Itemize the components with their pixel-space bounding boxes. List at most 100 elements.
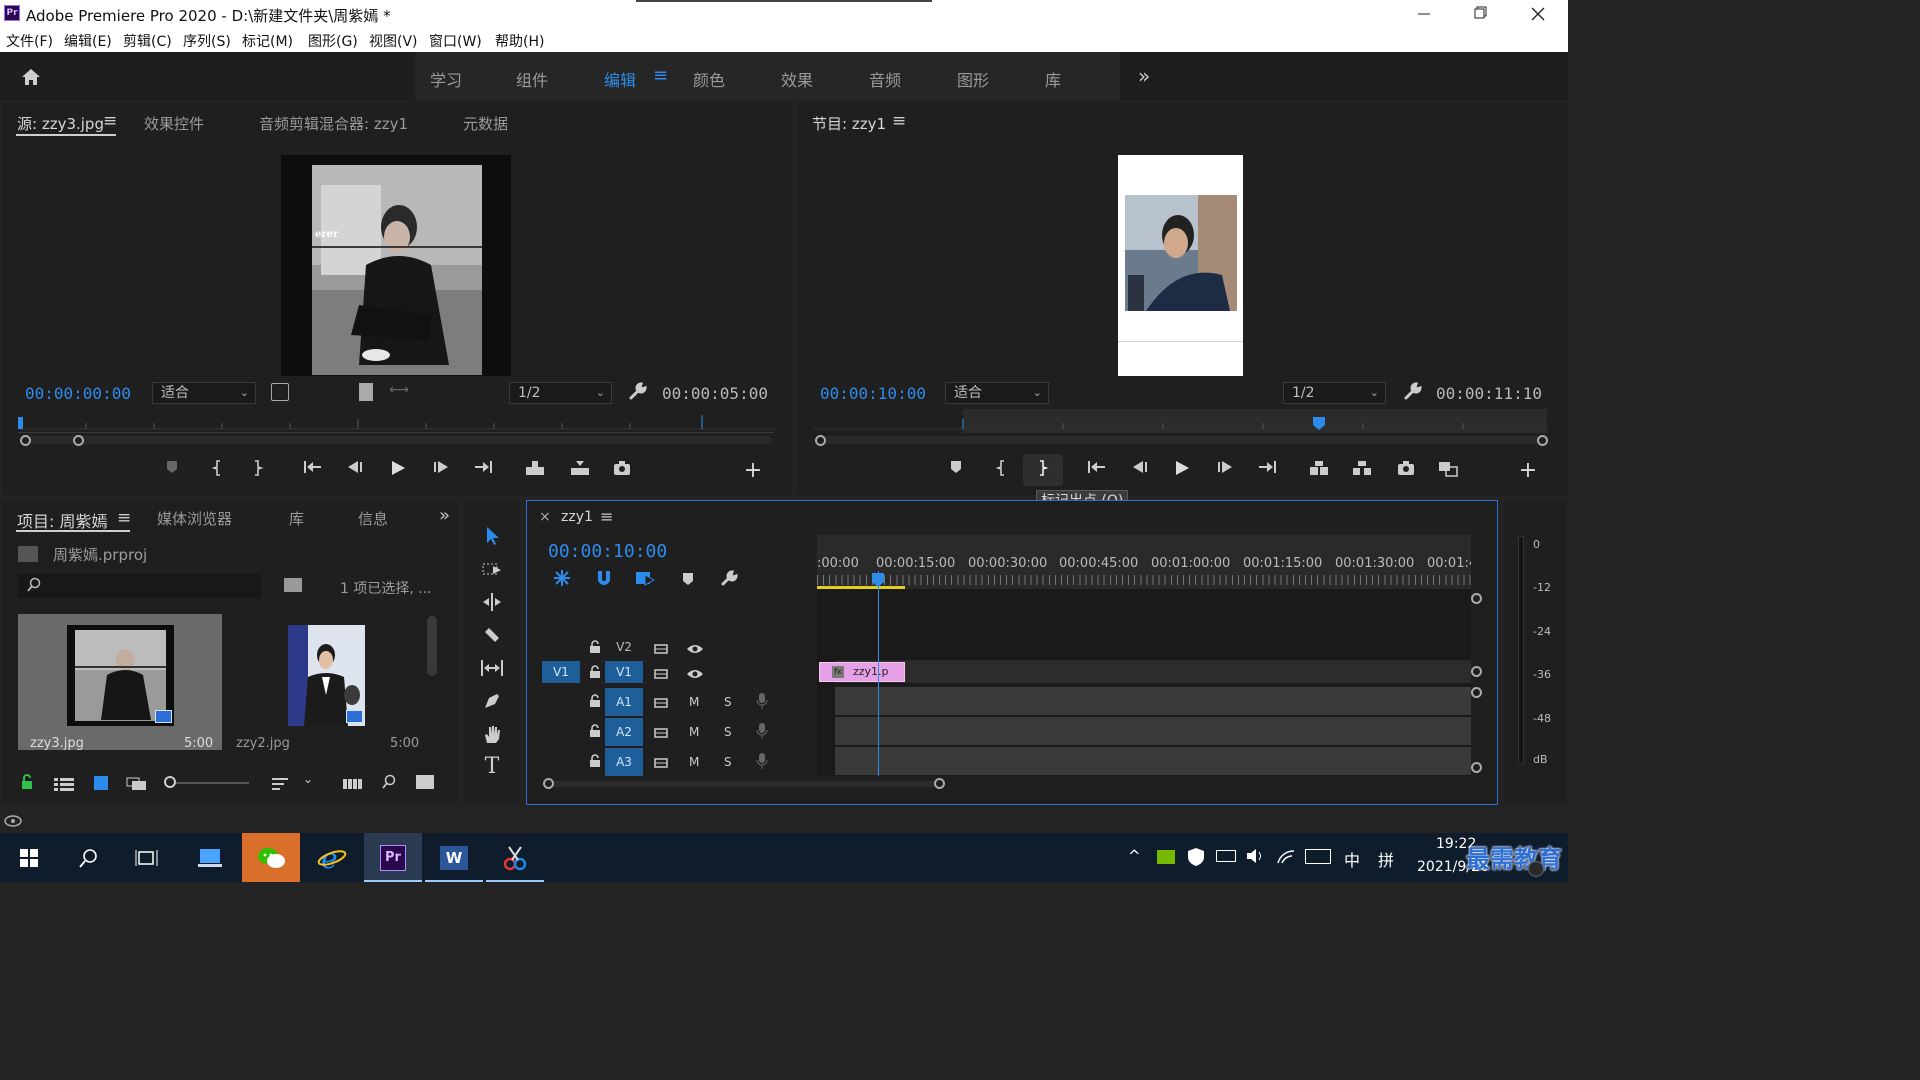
a3-solo-button[interactable]: S — [724, 755, 732, 769]
project-item-tile[interactable]: zzy3.jpg 5:00 — [18, 614, 222, 750]
new-bin-search-icon[interactable] — [284, 578, 302, 592]
sort-icon[interactable] — [272, 776, 290, 790]
program-zoom-handle-left[interactable] — [815, 435, 826, 446]
source-zoom-handle-right[interactable] — [73, 435, 84, 446]
menu-view[interactable]: 视图(V) — [369, 31, 418, 51]
menu-file[interactable]: 文件(F) — [6, 31, 53, 51]
tab-audio-clip-mixer[interactable]: 音频剪辑混合器: zzy1 — [259, 113, 408, 134]
add-marker-icon[interactable] — [681, 571, 695, 585]
timeline-settings-wrench-icon[interactable] — [720, 569, 738, 587]
mark-out-icon[interactable] — [1029, 460, 1055, 482]
h-scroll-bar[interactable] — [545, 781, 941, 787]
slip-tool-icon[interactable] — [479, 657, 505, 679]
snap-in-sequence-icon[interactable] — [553, 569, 571, 587]
source-timecode-current[interactable]: 00:00:00:00 — [25, 384, 131, 403]
step-forward-icon[interactable] — [1212, 460, 1238, 482]
add-marker-icon[interactable] — [159, 460, 185, 482]
source-time-ruler[interactable] — [18, 409, 774, 433]
tab-sequence[interactable]: zzy1 — [561, 509, 593, 525]
insert-icon[interactable] — [522, 460, 548, 482]
a3-mute-button[interactable]: M — [689, 755, 699, 769]
v-scroll-handle-bottom[interactable] — [1471, 666, 1482, 677]
program-panel-menu-icon[interactable]: ≡ — [892, 111, 906, 131]
source-patch-v1[interactable]: V1 — [542, 661, 580, 683]
tab-source[interactable]: 源: zzy3.jpg — [17, 113, 104, 134]
maximize-icon[interactable] — [1468, 3, 1492, 25]
workspace-tab-libraries[interactable]: 库 — [1045, 67, 1061, 91]
workspace-tab-color[interactable]: 颜色 — [693, 67, 725, 91]
workspace-tab-learn[interactable]: 学习 — [430, 67, 462, 91]
workspace-tab-effects[interactable]: 效果 — [781, 67, 813, 91]
playhead-handle[interactable] — [872, 572, 884, 587]
a1-lock-icon[interactable] — [589, 693, 601, 707]
project-item-tile[interactable]: zzy2.jpg 5:00 — [224, 614, 422, 750]
program-time-ruler[interactable] — [813, 409, 1547, 433]
menu-sequence[interactable]: 序列(S) — [183, 31, 231, 51]
comparison-view-icon[interactable] — [1435, 460, 1461, 482]
play-icon[interactable] — [1169, 460, 1195, 482]
close-icon[interactable] — [1526, 3, 1550, 25]
workspace-tab-assembly[interactable]: 组件 — [516, 67, 548, 91]
task-view-button[interactable] — [118, 833, 176, 882]
razor-tool-icon[interactable] — [481, 624, 503, 646]
ime-mode[interactable]: 拼 — [1378, 847, 1394, 871]
linked-selection-icon[interactable] — [635, 569, 656, 587]
v2-sync-lock-icon[interactable] — [654, 640, 670, 654]
list-view-icon[interactable] — [54, 776, 74, 791]
mark-in-icon[interactable] — [205, 460, 231, 482]
creative-cloud-icon[interactable] — [4, 812, 22, 828]
program-timecode-current[interactable]: 00:00:10:00 — [820, 384, 926, 403]
thumbnail-size-handle[interactable] — [164, 776, 176, 788]
program-zoom-bar[interactable] — [815, 436, 1549, 444]
ripple-edit-tool-icon[interactable] — [481, 591, 503, 613]
taskbar-app-ie[interactable]: e — [303, 833, 361, 882]
program-fit-dropdown[interactable]: 适合 ⌄ — [945, 382, 1049, 404]
type-tool-icon[interactable]: T — [481, 756, 503, 778]
v1-lock-icon[interactable] — [589, 664, 601, 678]
a1-mic-icon[interactable] — [756, 692, 768, 710]
h-scroll-handle-right[interactable] — [934, 778, 945, 789]
source-zoom-handle-left[interactable] — [20, 435, 31, 446]
go-to-in-icon[interactable] — [1084, 460, 1110, 482]
project-search-input[interactable] — [46, 576, 256, 596]
a-scroll-handle-top[interactable] — [1471, 687, 1482, 698]
find-icon[interactable] — [381, 774, 397, 790]
source-panel-menu-icon[interactable]: ≡ — [103, 111, 117, 131]
ime-language[interactable]: 中 — [1344, 847, 1360, 871]
v-scroll-handle-top[interactable] — [1471, 593, 1482, 604]
track-v2-label[interactable]: V2 — [605, 636, 643, 658]
add-marker-icon[interactable] — [943, 460, 969, 482]
step-back-icon[interactable] — [1127, 460, 1153, 482]
keyboard-icon[interactable] — [1305, 849, 1331, 864]
menu-help[interactable]: 帮助(H) — [495, 31, 544, 51]
step-back-icon[interactable] — [342, 460, 368, 482]
a1-solo-button[interactable]: S — [724, 695, 732, 709]
project-search-field[interactable] — [18, 574, 261, 598]
sort-chevron-icon[interactable]: ⌄ — [303, 772, 313, 786]
go-to-in-icon[interactable] — [300, 460, 326, 482]
lift-icon[interactable] — [1306, 460, 1332, 482]
taskbar-app-wechat[interactable] — [242, 833, 300, 882]
program-resolution-dropdown[interactable]: 1/2 ⌄ — [1283, 382, 1386, 404]
a2-mic-icon[interactable] — [756, 722, 768, 740]
track-a1-label[interactable]: A1 — [605, 688, 643, 716]
v1-eye-icon[interactable] — [686, 665, 704, 678]
h-scroll-handle-left[interactable] — [543, 778, 554, 789]
tray-overflow-icon[interactable]: ^ — [1128, 847, 1141, 865]
selection-tool-icon[interactable] — [481, 525, 503, 547]
tab-media-browser[interactable]: 媒体浏览器 — [157, 508, 232, 529]
program-add-button-icon[interactable]: + — [1515, 460, 1541, 482]
hand-tool-icon[interactable] — [481, 723, 503, 745]
tab-info[interactable]: 信息 — [358, 508, 388, 529]
menu-window[interactable]: 窗口(W) — [429, 31, 482, 51]
battery-icon[interactable] — [1216, 850, 1236, 862]
menu-marker[interactable]: 标记(M) — [242, 31, 293, 51]
wifi-icon[interactable] — [1276, 847, 1296, 869]
project-scrollbar[interactable] — [427, 616, 437, 676]
icon-view-icon[interactable] — [94, 776, 108, 790]
nvidia-icon[interactable] — [1157, 850, 1175, 864]
a3-lock-icon[interactable] — [589, 753, 601, 767]
workspace-menu-icon[interactable]: ≡ — [653, 65, 668, 86]
taskbar-search-button[interactable] — [60, 833, 118, 882]
a1-sync-lock-icon[interactable] — [654, 694, 670, 708]
